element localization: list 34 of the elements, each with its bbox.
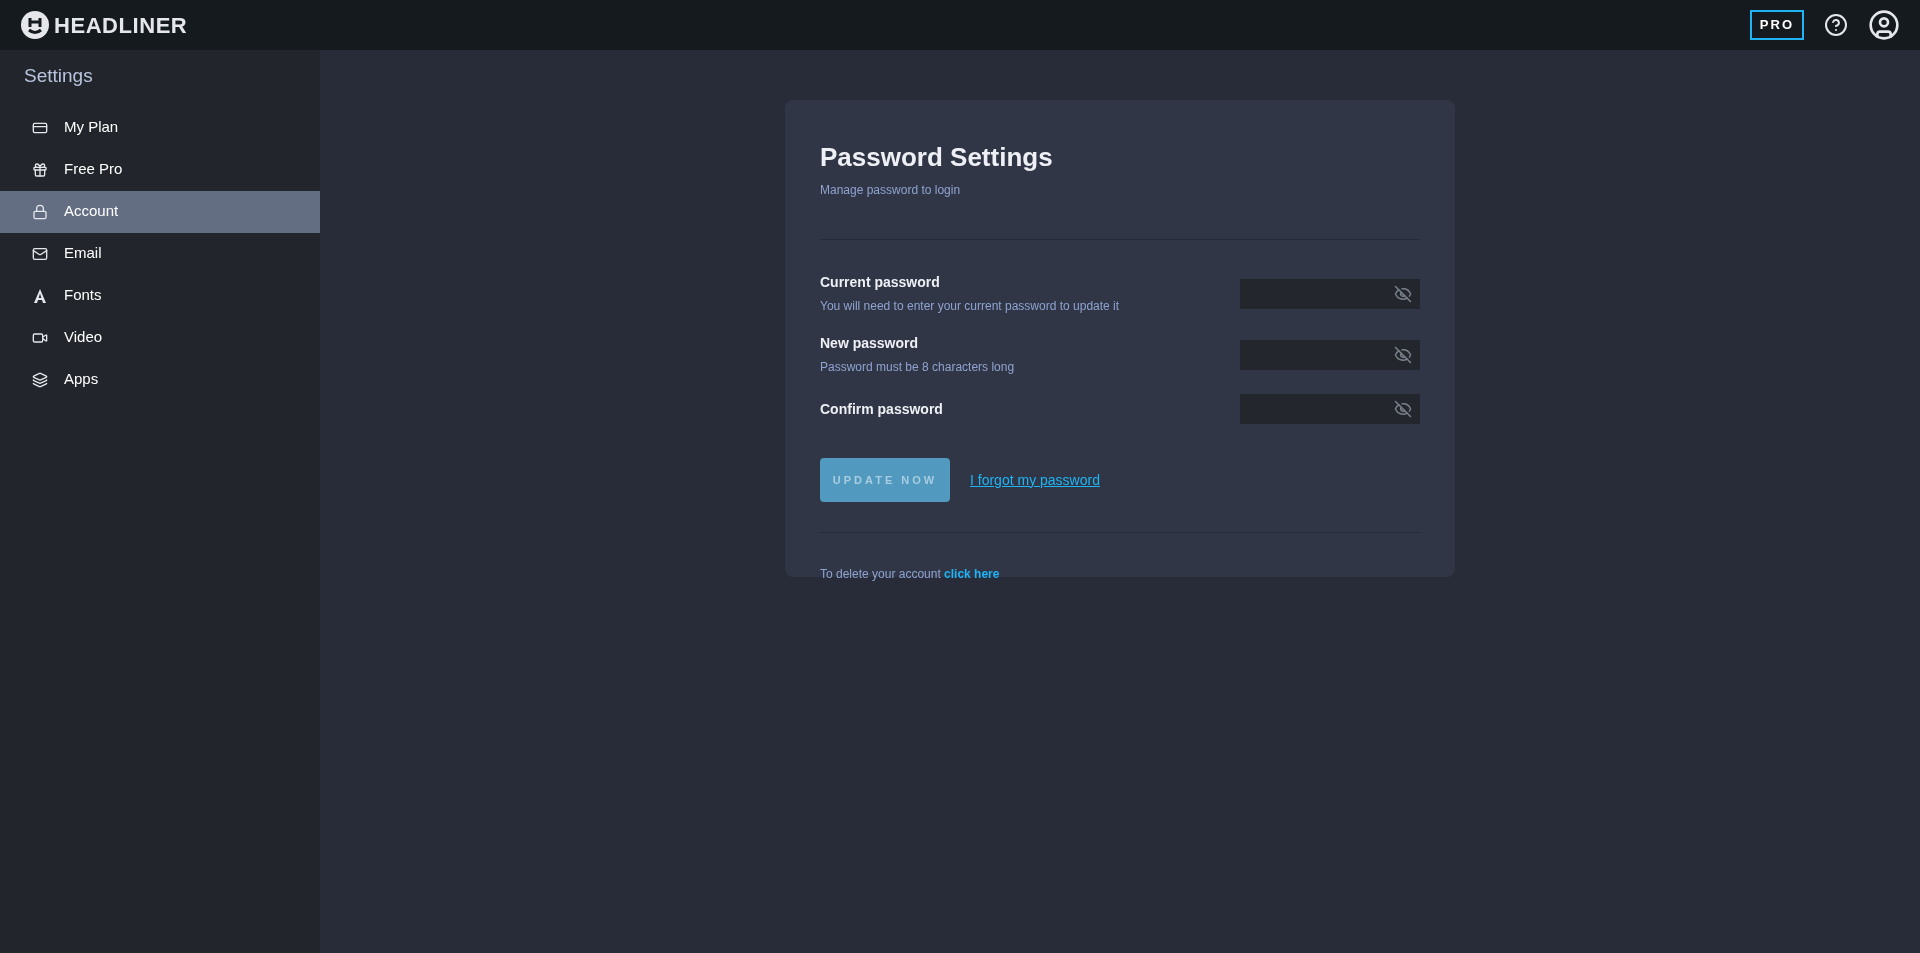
password-field[interactable]	[1240, 339, 1420, 370]
lock-icon	[32, 203, 48, 220]
sidebar-title: Settings	[23, 64, 94, 88]
sidebar-item[interactable]: My Plan	[0, 106, 320, 149]
delete-account-text: To delete your account click here	[820, 566, 1001, 583]
forgot-password-link[interactable]: I forgot my password	[970, 469, 1100, 491]
hidden-eye-icon[interactable]	[1394, 284, 1412, 303]
field-hint: Password must be 8 characters long	[820, 359, 1015, 376]
mail-icon	[32, 245, 48, 262]
letter-icon	[32, 287, 48, 304]
logo-icon	[20, 10, 50, 40]
sidebar-item[interactable]: Email	[0, 232, 320, 275]
password-field[interactable]	[1240, 278, 1420, 309]
password-field[interactable]	[1240, 394, 1420, 424]
logo-text: HEADLINER	[54, 11, 188, 40]
sidebar-item[interactable]: Free Pro	[0, 148, 320, 191]
delete-account-link[interactable]: click here	[944, 567, 1000, 581]
field-label: Current password	[820, 273, 941, 292]
card-subtitle: Manage password to login	[820, 182, 962, 199]
sidebar-item[interactable]: Apps	[0, 358, 320, 401]
sidebar-item[interactable]: Fonts	[0, 274, 320, 317]
field-hint: You will need to enter your current password to update it	[820, 298, 1120, 315]
user-avatar-icon[interactable]	[1868, 9, 1900, 41]
sidebar-item[interactable]: Video	[0, 316, 320, 359]
field-label: New password	[820, 334, 920, 353]
pro-badge[interactable]: PRO	[1749, 10, 1804, 40]
help-icon[interactable]	[1824, 13, 1848, 37]
hidden-eye-icon[interactable]	[1394, 400, 1412, 418]
card-title: Password Settings	[820, 141, 1054, 174]
gift-icon	[32, 161, 48, 178]
hidden-eye-icon[interactable]	[1394, 345, 1412, 364]
field-label: Confirm password	[820, 399, 943, 419]
layers-icon	[32, 371, 48, 388]
sidebar-item[interactable]: Account	[0, 190, 320, 233]
